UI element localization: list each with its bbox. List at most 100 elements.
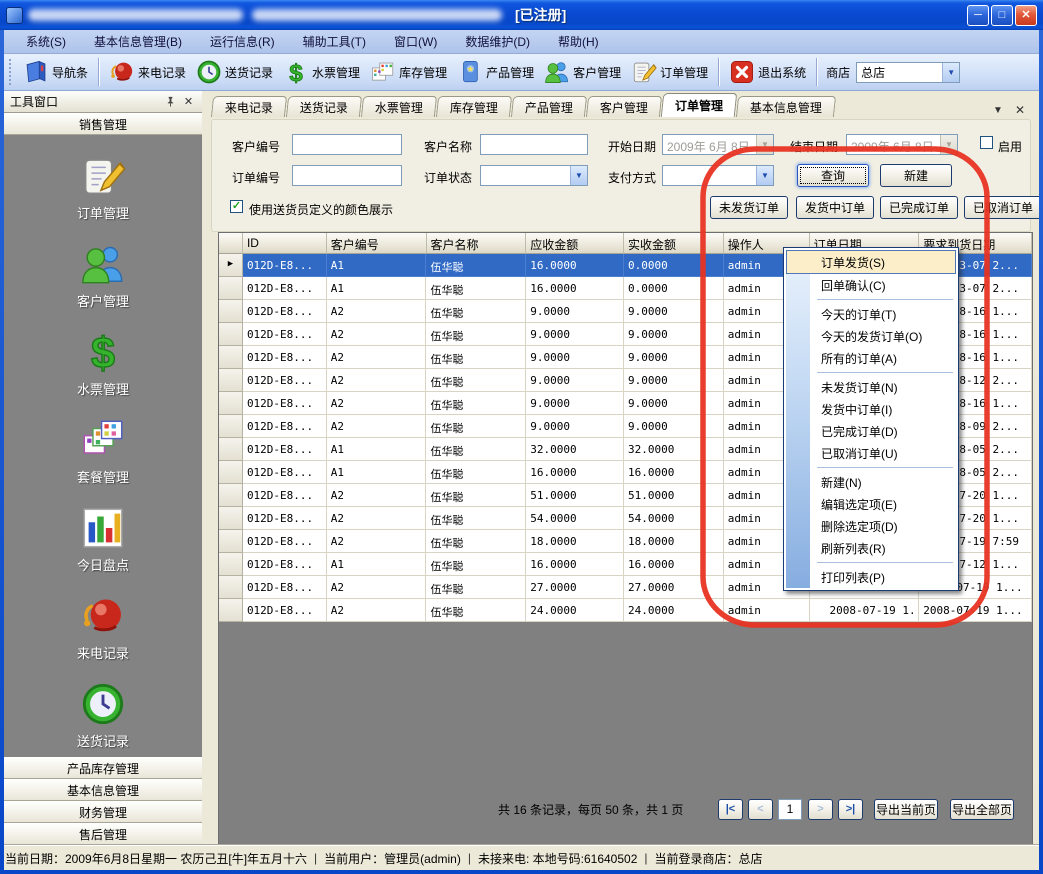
cell-received: 51.0000 [624, 484, 724, 507]
sidebar-item-label: 水票管理 [77, 379, 129, 398]
sidebar-item-送货记录[interactable]: 送货记录 [4, 671, 202, 759]
sidebar-item-来电记录[interactable]: 来电记录 [4, 583, 202, 671]
first-page-button[interactable]: |< [718, 799, 743, 820]
close-icon[interactable]: ✕ [181, 94, 196, 109]
toolbar-button-inventory[interactable]: 库存管理 [365, 57, 452, 87]
maximize-button[interactable]: □ [991, 5, 1013, 26]
sidebar-item-套餐管理[interactable]: 套餐管理 [4, 407, 202, 495]
context-menu-item-今天的订单(T)[interactable]: 今天的订单(T) [785, 303, 957, 325]
menubar-item-6[interactable]: 帮助(H) [544, 30, 613, 53]
enable-checkbox[interactable] [980, 136, 993, 149]
toolbar-button-exit[interactable]: 退出系统 [724, 57, 811, 87]
sidebar-group-产品库存管理[interactable]: 产品库存管理 [4, 757, 202, 779]
cell-received: 54.0000 [624, 507, 724, 530]
toolbar-button-navigator-book[interactable]: 导航条 [18, 57, 93, 87]
order-status-dropdown[interactable]: ▼ [480, 165, 588, 186]
sidebar-item-订单管理[interactable]: 订单管理 [4, 143, 202, 231]
context-menu-item-发货中订单(I)[interactable]: 发货中订单(I) [785, 398, 957, 420]
tab-客户管理[interactable]: 客户管理 [586, 96, 662, 117]
toolbar-button-label: 退出系统 [758, 64, 806, 81]
context-menu-item-删除选定项(D)[interactable]: 删除选定项(D) [785, 515, 957, 537]
cell-receivable: 9.0000 [526, 369, 624, 392]
tool-window-sidebar: 工具窗口 ✕ 销售管理 订单管理客户管理$水票管理套餐管理今日盘点来电记录送货记… [4, 91, 202, 845]
pay-method-dropdown[interactable]: ▼ [662, 165, 774, 186]
page-number-input[interactable]: 1 [778, 799, 802, 820]
tab-scroll-dropdown-icon[interactable]: ▼ [993, 105, 1003, 116]
export-all-pages-button[interactable]: 导出全部页 [950, 799, 1014, 820]
sidebar-group-财务管理[interactable]: 财务管理 [4, 801, 202, 823]
chevron-down-icon[interactable]: ▼ [756, 166, 773, 185]
new-button[interactable]: 新建 [880, 164, 952, 187]
toolbar-button-product[interactable]: 产品管理 [452, 57, 539, 87]
context-menu-item-已完成订单(D)[interactable]: 已完成订单(D) [785, 420, 957, 442]
status-filter-已完成订单[interactable]: 已完成订单 [880, 196, 958, 219]
cell-receivable: 9.0000 [526, 346, 624, 369]
status-filter-已取消订单[interactable]: 已取消订单 [964, 196, 1042, 219]
grid-header-实收金额[interactable]: 实收金额 [624, 233, 724, 254]
cell-cust_no: A2 [327, 392, 427, 415]
table-row[interactable]: 012D-E8...A2伍华聪24.000024.0000admin2008-0… [219, 599, 1032, 622]
order-no-input[interactable] [292, 165, 402, 186]
context-menu-item-编辑选定项(E)[interactable]: 编辑选定项(E) [785, 493, 957, 515]
menubar-item-4[interactable]: 窗口(W) [380, 30, 451, 53]
context-menu-item-刷新列表(R)[interactable]: 刷新列表(R) [785, 537, 957, 559]
menubar-item-3[interactable]: 辅助工具(T) [289, 30, 380, 53]
close-button[interactable]: ✕ [1015, 5, 1037, 26]
water-ticket-icon: $ [283, 59, 309, 85]
chevron-down-icon[interactable]: ▼ [570, 166, 587, 185]
customer-name-input[interactable] [480, 134, 588, 155]
query-button[interactable]: 查询 [797, 164, 869, 187]
grid-header-ID[interactable]: ID [243, 233, 327, 254]
grid-header-客户编号[interactable]: 客户编号 [327, 233, 427, 254]
menubar-item-2[interactable]: 运行信息(R) [196, 30, 289, 53]
title-bar: [已注册] ─ □ ✕ [0, 0, 1043, 30]
context-menu-item-未发货订单(N)[interactable]: 未发货订单(N) [785, 376, 957, 398]
context-menu-item-今天的发货订单(O)[interactable]: 今天的发货订单(O) [785, 325, 957, 347]
customer-no-input[interactable] [292, 134, 402, 155]
tab-产品管理[interactable]: 产品管理 [511, 96, 587, 117]
color-display-checkbox[interactable]: ✓ [230, 200, 243, 213]
context-menu-item-打印列表(P)[interactable]: 打印列表(P) [785, 566, 957, 588]
chevron-down-icon[interactable]: ▼ [942, 63, 959, 82]
menubar-item-5[interactable]: 数据维护(D) [451, 30, 544, 53]
toolbar-button-water-ticket[interactable]: $水票管理 [278, 57, 365, 87]
tab-基本信息管理[interactable]: 基本信息管理 [736, 96, 836, 117]
grid-header-应收金额[interactable]: 应收金额 [526, 233, 624, 254]
minimize-button[interactable]: ─ [967, 5, 989, 26]
sidebar-group-基本信息管理[interactable]: 基本信息管理 [4, 779, 202, 801]
tab-水票管理[interactable]: 水票管理 [361, 96, 437, 117]
tab-来电记录[interactable]: 来电记录 [211, 96, 287, 117]
end-date-picker[interactable]: 2009年 6月 8日 ▼ [846, 134, 958, 155]
menubar-item-0[interactable]: 系统(S) [12, 30, 80, 53]
context-menu-item-回单确认(C)[interactable]: 回单确认(C) [785, 274, 957, 296]
toolbar-button-customer[interactable]: 客户管理 [539, 57, 626, 87]
sidebar-item-水票管理[interactable]: $水票管理 [4, 319, 202, 407]
tab-close-icon[interactable]: ✕ [1015, 103, 1025, 117]
context-menu-item-新建(N)[interactable]: 新建(N) [785, 471, 957, 493]
pin-icon[interactable] [163, 94, 178, 109]
status-filter-未发货订单[interactable]: 未发货订单 [710, 196, 788, 219]
tab-订单管理[interactable]: 订单管理 [661, 93, 738, 117]
toolbar-button-order[interactable]: 订单管理 [626, 57, 713, 87]
toolbar-button-call-record[interactable]: 来电记录 [104, 57, 191, 87]
start-date-picker[interactable]: 2009年 6月 8日 ▼ [662, 134, 774, 155]
status-filter-发货中订单[interactable]: 发货中订单 [796, 196, 874, 219]
sidebar-group-sales[interactable]: 销售管理 [4, 113, 202, 135]
toolbar-button-delivery-record[interactable]: 送货记录 [191, 57, 278, 87]
context-menu-item-所有的订单(A)[interactable]: 所有的订单(A) [785, 347, 957, 369]
cell-id: 012D-E8... [243, 484, 327, 507]
sidebar-item-今日盘点[interactable]: 今日盘点 [4, 495, 202, 583]
grid-header-客户名称[interactable]: 客户名称 [427, 233, 527, 254]
context-menu-item-订单发货(S)[interactable]: 订单发货(S) [786, 250, 956, 274]
menubar-item-1[interactable]: 基本信息管理(B) [80, 30, 196, 53]
shop-dropdown[interactable]: 总店 ▼ [856, 62, 960, 83]
context-menu-item-已取消订单(U)[interactable]: 已取消订单(U) [785, 442, 957, 464]
prev-page-button[interactable]: < [748, 799, 773, 820]
tab-库存管理[interactable]: 库存管理 [436, 96, 512, 117]
tab-送货记录[interactable]: 送货记录 [286, 96, 362, 117]
next-page-button[interactable]: > [808, 799, 833, 820]
last-page-button[interactable]: >| [838, 799, 863, 820]
sidebar-group-售后管理[interactable]: 售后管理 [4, 823, 202, 845]
export-current-page-button[interactable]: 导出当前页 [874, 799, 938, 820]
sidebar-item-客户管理[interactable]: 客户管理 [4, 231, 202, 319]
